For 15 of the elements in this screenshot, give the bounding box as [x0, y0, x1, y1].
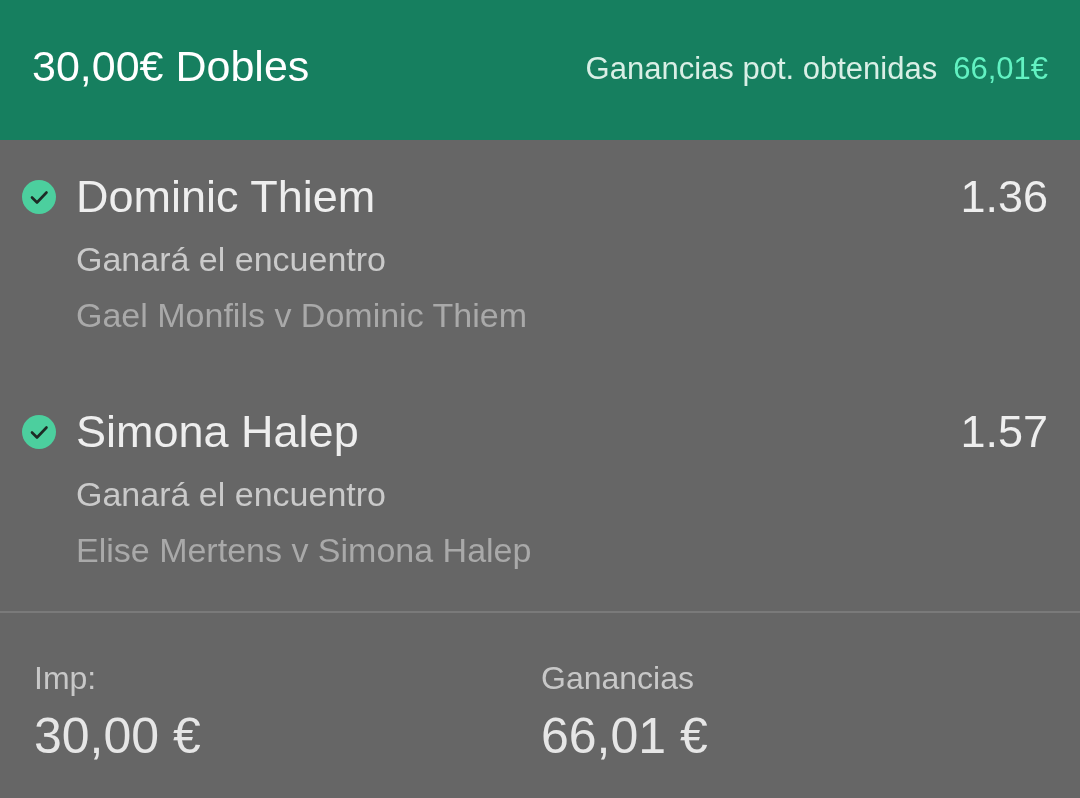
market-label: Ganará el encuentro — [76, 239, 386, 280]
selection-name: Dominic Thiem — [76, 171, 377, 223]
selection-name: Simona Halep — [76, 406, 360, 458]
summary-label: Imp: — [34, 659, 97, 698]
bet-title: 30,00€ Dobles — [32, 41, 310, 91]
market-label: Ganará el encuentro — [76, 474, 386, 515]
selection-odds: 1.57 — [960, 406, 1048, 458]
summary-label: Ganancias — [541, 659, 694, 698]
event-label: Elise Mertens v Simona Halep — [76, 530, 532, 571]
summary-value: 66,01 € — [541, 708, 708, 764]
selection-odds: 1.36 — [960, 171, 1048, 223]
potential-winnings-label: Ganancias pot. obtenidas — [585, 51, 938, 87]
event-label: Gael Monfils v Dominic Thiem — [76, 295, 527, 336]
summary-value: 30,00 € — [34, 708, 201, 764]
potential-winnings-amount: 66,01€ — [953, 51, 1048, 87]
